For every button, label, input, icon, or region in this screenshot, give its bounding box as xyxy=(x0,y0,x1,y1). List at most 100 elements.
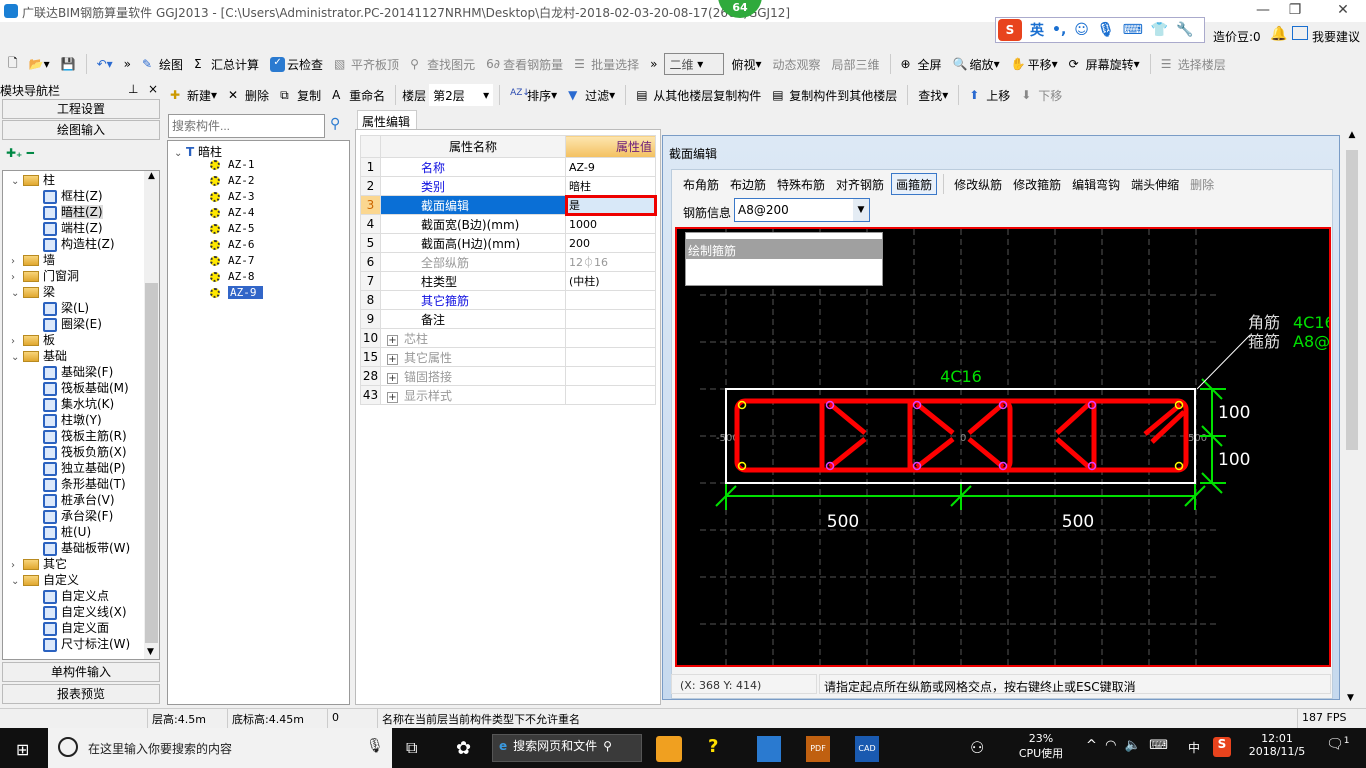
property-row[interactable]: 10 + 芯柱 xyxy=(360,328,656,348)
batch-select-button[interactable]: ☰ 批量选择 xyxy=(570,53,643,75)
tray-icons[interactable]: ^ ◠ 🔈 ⌨ xyxy=(1086,738,1168,753)
component-item[interactable]: AZ-3 xyxy=(168,189,349,205)
property-row[interactable]: 28 + 锚固搭接 xyxy=(360,366,656,386)
copy-from-floor-button[interactable]: ▤ 从其他楼层复制构件 xyxy=(632,84,765,106)
delete-button[interactable]: ✕ 删除 xyxy=(224,84,273,106)
smiley-icon[interactable]: ☺ xyxy=(1074,22,1089,38)
wrench-icon[interactable]: 🔧 xyxy=(1176,22,1193,38)
cloud-check-button[interactable]: ✓ 云检查 xyxy=(266,53,327,75)
section-tool-button[interactable]: 特殊布筋 xyxy=(773,173,829,195)
nav-tree-item[interactable]: 基础板带(W) xyxy=(3,540,159,556)
rename-button[interactable]: A 重命名 xyxy=(328,84,389,106)
find-button[interactable]: 查找 ▾ xyxy=(914,84,952,106)
nav-tree-item[interactable]: 筏板主筋(R) xyxy=(3,428,159,444)
undo-icon[interactable]: ↶▾ xyxy=(93,53,117,75)
section-tool-button[interactable]: 对齐钢筋 xyxy=(832,173,888,195)
nav-drawing-input[interactable]: 绘图输入 xyxy=(2,120,160,140)
section-tool-button[interactable]: 修改箍筋 xyxy=(1009,173,1065,195)
tree-root[interactable]: ⌄ T 暗柱 xyxy=(168,141,349,159)
save-icon[interactable]: 💾 xyxy=(57,53,80,75)
expand-all-icon[interactable]: ✚₊ ━ xyxy=(6,146,34,160)
nav-tree-item[interactable]: 自定义面 xyxy=(3,620,159,636)
nav-tree-item[interactable]: › 其它 xyxy=(3,556,159,572)
nav-tree-item[interactable]: 柱墩(Y) xyxy=(3,412,159,428)
floor-select[interactable]: 第2层 ▾ xyxy=(429,84,494,106)
component-item[interactable]: AZ-9 xyxy=(168,285,349,301)
copy-to-floor-button[interactable]: ▤ 复制构件到其他楼层 xyxy=(768,84,901,106)
filter-button[interactable]: ▼ 过滤 ▾ xyxy=(564,84,619,106)
new-button[interactable]: ✚ 新建 ▾ xyxy=(166,84,221,106)
view-rebar-button[interactable]: 6∂ 查看钢筋量 xyxy=(482,53,567,75)
app-icon-1[interactable] xyxy=(656,736,682,762)
nav-project-settings[interactable]: 工程设置 xyxy=(2,99,160,119)
nav-close-icon[interactable]: × xyxy=(148,82,158,96)
nav-report-preview[interactable]: 报表预览 xyxy=(2,684,160,704)
rotate-button[interactable]: ⟳ 屏幕旋转 ▾ xyxy=(1065,53,1144,75)
main-scrollbar[interactable]: ▲ ▼ xyxy=(1344,130,1360,705)
nav-tree-item[interactable]: 构造柱(Z) xyxy=(3,236,159,252)
cad-app-icon[interactable]: CAD xyxy=(855,736,879,762)
nav-tree-item[interactable]: ⌄ 基础 xyxy=(3,348,159,364)
nav-tree-item[interactable]: › 板 xyxy=(3,332,159,348)
mic-icon[interactable]: 🎙 xyxy=(1097,22,1115,38)
beans-count[interactable]: 造价豆:0 xyxy=(1213,28,1261,45)
nav-tree-item[interactable]: 梁(L) xyxy=(3,300,159,316)
section-drawing[interactable]: -50005005005001001004C16角筋4C16箍筋A8@2 xyxy=(677,229,1329,665)
nav-tree-item[interactable]: 尺寸标注(W) xyxy=(3,636,159,652)
section-tool-button[interactable]: 布边筋 xyxy=(726,173,770,195)
nav-tree-item[interactable]: 桩(U) xyxy=(3,524,159,540)
section-tool-button[interactable]: 编辑弯钩 xyxy=(1068,173,1124,195)
ime-indicator[interactable]: 中 xyxy=(1188,739,1200,756)
app-icon-3[interactable] xyxy=(757,736,781,762)
component-item[interactable]: AZ-5 xyxy=(168,221,349,237)
section-tool-button[interactable]: 删除 xyxy=(1186,173,1218,195)
close-button[interactable]: ✕ xyxy=(1328,2,1358,20)
nav-tree-item[interactable]: 桩承台(V) xyxy=(3,492,159,508)
nav-tree-item[interactable]: ⌄ 柱 xyxy=(3,172,159,188)
nav-tree-item[interactable]: 自定义点 xyxy=(3,588,159,604)
browser-search[interactable]: e 搜索网页和文件 ⚲ xyxy=(492,734,642,762)
rebar-info-select[interactable]: A8@200 ▼ xyxy=(734,198,870,222)
nav-tree-item[interactable]: 筏板负筋(X) xyxy=(3,444,159,460)
section-canvas[interactable]: -50005005005001001004C16角筋4C16箍筋A8@2 绘制箍… xyxy=(675,227,1331,667)
property-row[interactable]: 8 其它箍筋 xyxy=(360,290,656,310)
component-item[interactable]: AZ-8 xyxy=(168,269,349,285)
property-row[interactable]: 4 截面宽(B边)(mm) 1000 xyxy=(360,214,656,234)
nav-tree-item[interactable]: ⌄ 自定义 xyxy=(3,572,159,588)
pdf-app-icon[interactable]: PDF xyxy=(806,736,830,762)
property-row[interactable]: 2 类别 暗柱 xyxy=(360,176,656,196)
fullscreen-button[interactable]: ⊕ 全屏 xyxy=(897,53,946,75)
search-icon[interactable]: ⚲ xyxy=(330,116,340,132)
section-tool-button[interactable]: 端头伸缩 xyxy=(1127,173,1183,195)
nav-tree-item[interactable]: ⌄ 梁 xyxy=(3,284,159,300)
sort-button[interactable]: AZ↓ 排序 ▾ xyxy=(506,84,561,106)
nav-tree-item[interactable]: 基础梁(F) xyxy=(3,364,159,380)
nav-tree-item[interactable]: 筏板基础(M) xyxy=(3,380,159,396)
pin-icon[interactable]: ⊥ xyxy=(128,82,138,96)
open-folder-icon[interactable]: 📂▾ xyxy=(25,53,54,75)
nav-tree-item[interactable]: › 墙 xyxy=(3,252,159,268)
property-row[interactable]: 15 + 其它属性 xyxy=(360,347,656,367)
nav-tree-item[interactable]: 集水坑(K) xyxy=(3,396,159,412)
col-value-header[interactable]: 属性值 xyxy=(565,135,656,158)
view-mode-select[interactable]: 二维 ▾ xyxy=(664,53,725,75)
clock[interactable]: 12:01 2018/11/5 xyxy=(1244,732,1310,758)
copy-button[interactable]: ⧉ 复制 xyxy=(276,84,325,106)
nav-single-input[interactable]: 单构件输入 xyxy=(2,662,160,682)
property-row[interactable]: 6 全部纵筋 12⏀16 xyxy=(360,252,656,272)
help-app-icon[interactable]: ? xyxy=(708,736,718,757)
keyboard-icon[interactable]: ⌨ xyxy=(1123,22,1143,38)
calc-button[interactable]: Σ 汇总计算 xyxy=(190,53,263,75)
col-name-header[interactable]: 属性名称 xyxy=(380,135,566,158)
nav-scrollbar[interactable]: ▲ ▼ xyxy=(144,171,159,659)
restore-button[interactable]: ❐ xyxy=(1280,2,1310,20)
section-tool-button[interactable]: 修改纵筋 xyxy=(950,173,1006,195)
find-element-button[interactable]: ⚲ 查找图元 xyxy=(406,53,479,75)
orbit-button[interactable]: 动态观察 xyxy=(769,53,825,75)
task-view-icon[interactable]: ⧉ xyxy=(406,738,417,758)
tab-property-edit[interactable]: 属性编辑 xyxy=(357,110,417,129)
nav-tree-item[interactable]: 自定义线(X) xyxy=(3,604,159,620)
property-row[interactable]: 5 截面高(H边)(mm) 200 xyxy=(360,233,656,253)
local-3d-button[interactable]: 局部三维 xyxy=(828,53,884,75)
property-row[interactable]: 9 备注 xyxy=(360,309,656,329)
